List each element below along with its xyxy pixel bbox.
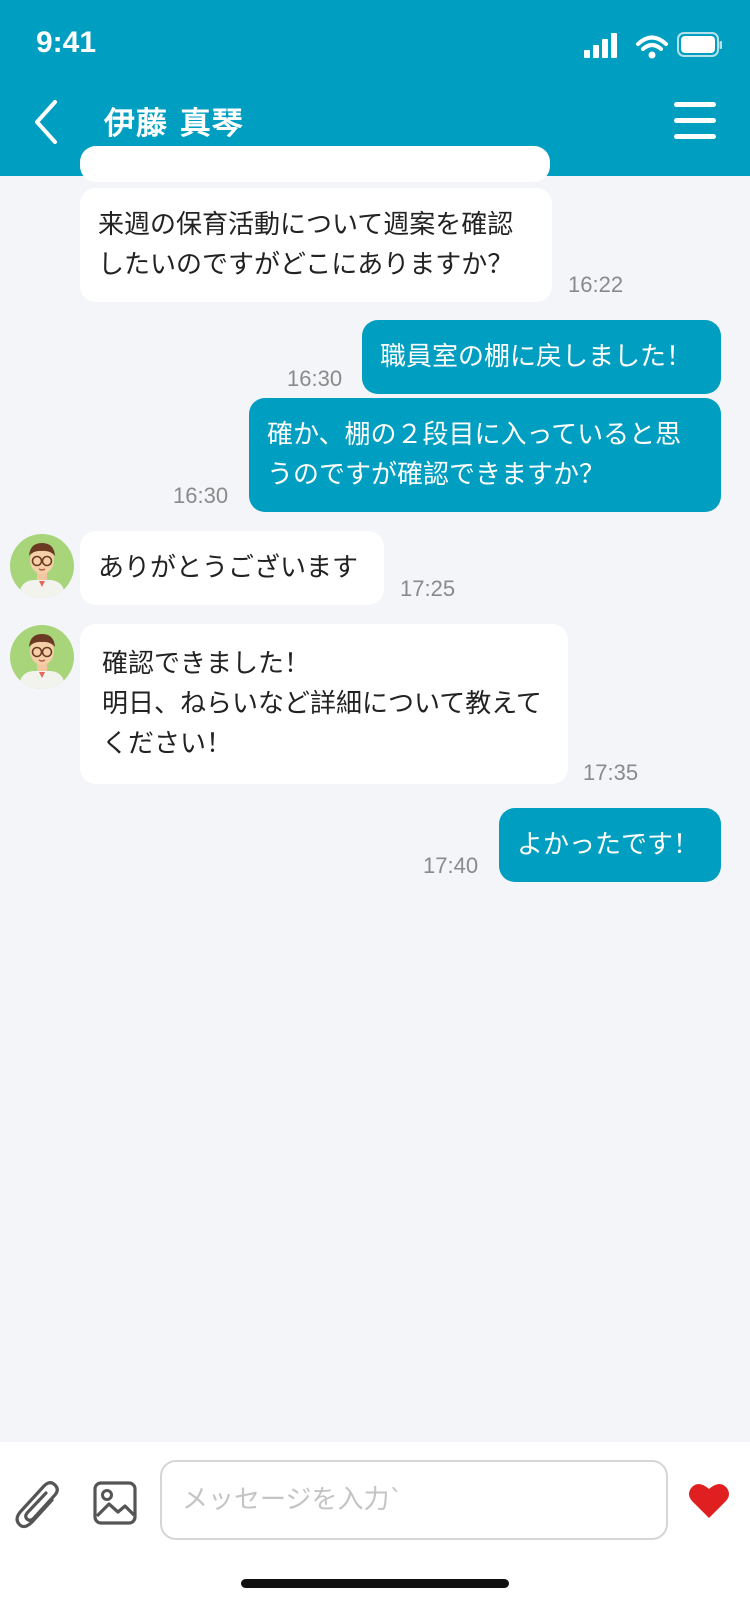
home-indicator xyxy=(241,1579,509,1588)
message-time: 17:35 xyxy=(583,760,639,785)
message-time: 17:40 xyxy=(423,853,479,878)
incoming-message: 来週の保育活動について週案を確認したいのですがどこにありますか？ xyxy=(80,188,552,302)
hamburger-menu-icon xyxy=(674,102,716,107)
image-button[interactable] xyxy=(92,1480,138,1526)
attach-button[interactable] xyxy=(14,1478,62,1534)
like-button[interactable] xyxy=(688,1480,730,1520)
incoming-message: 確認できました！ 明日、ねらいなど詳細について教えてください！ xyxy=(80,624,568,784)
status-time: 9:41 xyxy=(36,26,97,59)
avatar[interactable] xyxy=(10,625,74,689)
outgoing-message: よかったです！ xyxy=(499,808,721,882)
menu-button[interactable] xyxy=(674,100,718,144)
message-list[interactable]: 来週の保育活動について週案を確認したいのですがどこにありますか？ 16:22 職… xyxy=(0,146,750,1442)
image-icon xyxy=(93,1481,137,1525)
chevron-left-icon xyxy=(35,100,57,144)
signal-wifi-battery-icon xyxy=(584,32,722,59)
message-time: 16:22 xyxy=(568,272,624,297)
menu-bar xyxy=(674,134,716,139)
person-avatar-icon xyxy=(20,543,64,598)
back-button[interactable] xyxy=(28,96,68,152)
message-time: 16:30 xyxy=(173,483,229,508)
message-composer xyxy=(0,1442,750,1608)
message-time: 17:25 xyxy=(400,576,456,601)
incoming-message: ありがとうございます xyxy=(80,531,384,605)
partial-message-bubble xyxy=(80,146,550,182)
chat-partner-name: 伊藤 真琴 xyxy=(104,106,244,142)
outgoing-message: 確か、棚の２段目に入っていると思うのですが確認できますか？ xyxy=(249,398,721,512)
menu-bar xyxy=(674,118,716,123)
status-icons xyxy=(582,30,722,60)
message-time: 16:30 xyxy=(287,366,343,391)
person-avatar-icon xyxy=(20,634,64,689)
paperclip-icon xyxy=(15,1481,59,1529)
outgoing-message: 職員室の棚に戻しました！ xyxy=(362,320,721,394)
message-input[interactable] xyxy=(160,1460,668,1540)
heart-icon xyxy=(689,1483,729,1518)
avatar[interactable] xyxy=(10,534,74,598)
